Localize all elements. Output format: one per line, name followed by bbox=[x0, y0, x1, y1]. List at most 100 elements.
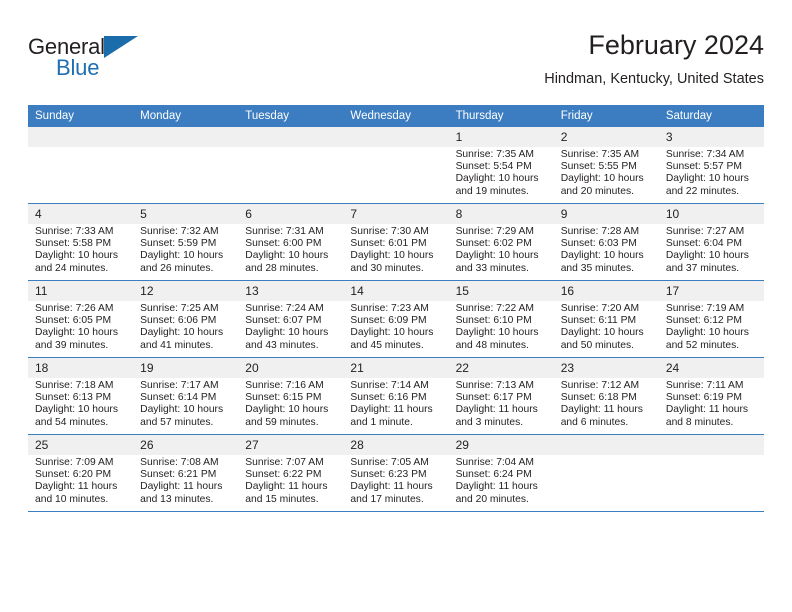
sunrise-time: Sunrise: 7:14 AM bbox=[350, 380, 429, 391]
day-sun-info: Sunrise: 7:30 AM Sunset: 6:01 PM Daylight:… bbox=[343, 224, 448, 275]
day-number: 26 bbox=[133, 435, 239, 455]
sunrise-time: Sunrise: 7:04 AM bbox=[455, 457, 534, 468]
calendar-day-cell[interactable]: 9 Sunrise: 7:28 AM Sunset: 6:03 PM Daylight… bbox=[553, 203, 659, 281]
daylight-duration-line1: Daylight: 10 hours bbox=[665, 250, 749, 262]
day-number: 9 bbox=[553, 204, 659, 224]
day-number: 8 bbox=[448, 204, 554, 224]
sunrise-time: Sunrise: 7:07 AM bbox=[245, 457, 324, 468]
day-number: 14 bbox=[343, 281, 449, 301]
daylight-duration-line1: Daylight: 10 hours bbox=[35, 250, 118, 262]
calendar-week-row: 11 Sunrise: 7:26 AM Sunset: 6:05 PM Dayligh… bbox=[28, 280, 764, 358]
calendar-day-cell[interactable]: 25 Sunrise: 7:09 AM Sunset: 6:20 PM Dayligh… bbox=[28, 434, 134, 512]
calendar-day-cell[interactable]: 16 Sunrise: 7:20 AM Sunset: 6:11 PM Dayligh… bbox=[553, 280, 659, 358]
sunset-time: Sunset: 6:19 PM bbox=[665, 392, 742, 404]
daylight-duration-line1: Daylight: 10 hours bbox=[140, 327, 224, 339]
calendar-day-cell[interactable]: 4 Sunrise: 7:33 AM Sunset: 5:58 PM Daylight… bbox=[28, 203, 134, 281]
daylight-duration-line1: Daylight: 10 hours bbox=[665, 173, 749, 185]
day-sun-info: Sunrise: 7:34 AM Sunset: 5:57 PM Daylight:… bbox=[659, 147, 764, 198]
calendar-day-cell[interactable]: 3 Sunrise: 7:34 AM Sunset: 5:57 PM Daylight… bbox=[658, 127, 764, 204]
sunset-time: Sunset: 6:01 PM bbox=[350, 238, 427, 250]
calendar-empty-cell bbox=[28, 127, 134, 204]
sunrise-time: Sunrise: 7:29 AM bbox=[455, 226, 534, 237]
day-sun-info: Sunrise: 7:14 AM Sunset: 6:16 PM Daylight:… bbox=[343, 378, 448, 429]
day-number: 23 bbox=[553, 358, 659, 378]
daylight-duration-line2: and 22 minutes. bbox=[665, 185, 740, 197]
daylight-duration-line2: and 39 minutes. bbox=[35, 339, 109, 351]
calendar-day-cell[interactable]: 19 Sunrise: 7:17 AM Sunset: 6:14 PM Dayligh… bbox=[133, 357, 239, 435]
day-number: 3 bbox=[658, 127, 764, 147]
calendar-day-cell[interactable]: 22 Sunrise: 7:13 AM Sunset: 6:17 PM Dayligh… bbox=[448, 357, 554, 435]
calendar-day-cell[interactable]: 26 Sunrise: 7:08 AM Sunset: 6:21 PM Dayligh… bbox=[133, 434, 239, 512]
calendar-day-cell[interactable]: 13 Sunrise: 7:24 AM Sunset: 6:07 PM Dayligh… bbox=[238, 280, 344, 358]
day-number: 20 bbox=[238, 358, 344, 378]
calendar-day-cell[interactable]: 8 Sunrise: 7:29 AM Sunset: 6:02 PM Daylight… bbox=[448, 203, 554, 281]
calendar-day-cell[interactable]: 27 Sunrise: 7:07 AM Sunset: 6:22 PM Dayligh… bbox=[238, 434, 344, 512]
daylight-duration-line2: and 57 minutes. bbox=[140, 416, 214, 428]
weekday-header-wednesday: Wednesday bbox=[343, 105, 449, 127]
calendar-day-cell[interactable]: 24 Sunrise: 7:11 AM Sunset: 6:19 PM Dayligh… bbox=[658, 357, 764, 435]
day-sun-info: Sunrise: 7:05 AM Sunset: 6:23 PM Daylight:… bbox=[343, 455, 448, 506]
sunrise-time: Sunrise: 7:26 AM bbox=[35, 303, 114, 314]
weekday-header-tuesday: Tuesday bbox=[238, 105, 344, 127]
calendar-day-cell[interactable]: 18 Sunrise: 7:18 AM Sunset: 6:13 PM Dayligh… bbox=[28, 357, 134, 435]
calendar-day-cell[interactable]: 29 Sunrise: 7:04 AM Sunset: 6:24 PM Dayligh… bbox=[448, 434, 554, 512]
sunset-time: Sunset: 6:06 PM bbox=[140, 315, 217, 327]
calendar-day-cell[interactable]: 1 Sunrise: 7:35 AM Sunset: 5:54 PM Daylight… bbox=[448, 127, 554, 204]
sunrise-time: Sunrise: 7:35 AM bbox=[560, 149, 640, 160]
daylight-duration-line1: Daylight: 11 hours bbox=[665, 404, 749, 416]
daylight-duration-line2: and 6 minutes. bbox=[560, 416, 629, 428]
day-sun-info: Sunrise: 7:19 AM Sunset: 6:12 PM Daylight:… bbox=[659, 301, 764, 352]
daylight-duration-line2: and 13 minutes. bbox=[140, 493, 214, 505]
day-number: 24 bbox=[658, 358, 764, 378]
sunrise-time: Sunrise: 7:33 AM bbox=[35, 226, 114, 237]
sunset-time: Sunset: 6:21 PM bbox=[140, 469, 217, 481]
daylight-duration-line1: Daylight: 10 hours bbox=[455, 327, 539, 339]
daylight-duration-line1: Daylight: 11 hours bbox=[140, 481, 223, 493]
sunrise-time: Sunrise: 7:34 AM bbox=[665, 149, 745, 160]
daylight-duration-line2: and 19 minutes. bbox=[455, 185, 529, 197]
daylight-duration-line1: Daylight: 10 hours bbox=[140, 250, 224, 262]
sunrise-time: Sunrise: 7:30 AM bbox=[350, 226, 429, 237]
day-number: 7 bbox=[343, 204, 449, 224]
day-number: 15 bbox=[448, 281, 554, 301]
calendar-day-cell[interactable]: 11 Sunrise: 7:26 AM Sunset: 6:05 PM Dayligh… bbox=[28, 280, 134, 358]
daylight-duration-line2: and 35 minutes. bbox=[560, 262, 634, 274]
sunrise-time: Sunrise: 7:32 AM bbox=[140, 226, 219, 237]
calendar-day-cell[interactable]: 23 Sunrise: 7:12 AM Sunset: 6:18 PM Dayligh… bbox=[553, 357, 659, 435]
calendar-day-cell[interactable]: 7 Sunrise: 7:30 AM Sunset: 6:01 PM Daylight… bbox=[343, 203, 449, 281]
calendar-day-cell[interactable]: 10 Sunrise: 7:27 AM Sunset: 6:04 PM Dayligh… bbox=[658, 203, 764, 281]
daylight-duration-line2: and 59 minutes. bbox=[245, 416, 319, 428]
sunset-time: Sunset: 5:58 PM bbox=[35, 238, 112, 250]
general-blue-logo: General Blue bbox=[28, 34, 228, 90]
page-title: February 2024 bbox=[588, 30, 764, 60]
sunset-time: Sunset: 6:11 PM bbox=[560, 315, 637, 327]
logo-word-blue: Blue bbox=[56, 55, 100, 80]
daylight-duration-line2: and 26 minutes. bbox=[140, 262, 214, 274]
calendar-day-cell[interactable]: 2 Sunrise: 7:35 AM Sunset: 5:55 PM Daylight… bbox=[553, 127, 659, 204]
daylight-duration-line2: and 15 minutes. bbox=[245, 493, 319, 505]
sunrise-time: Sunrise: 7:22 AM bbox=[455, 303, 534, 314]
daylight-duration-line1: Daylight: 10 hours bbox=[560, 173, 644, 185]
calendar-day-cell[interactable]: 12 Sunrise: 7:25 AM Sunset: 6:06 PM Dayligh… bbox=[133, 280, 239, 358]
daylight-duration-line2: and 8 minutes. bbox=[665, 416, 734, 428]
calendar-day-cell[interactable]: 28 Sunrise: 7:05 AM Sunset: 6:23 PM Dayligh… bbox=[343, 434, 449, 512]
daylight-duration-line1: Daylight: 10 hours bbox=[35, 404, 118, 416]
day-number: 12 bbox=[133, 281, 239, 301]
daylight-duration-line2: and 1 minute. bbox=[350, 416, 413, 428]
sunrise-time: Sunrise: 7:31 AM bbox=[245, 226, 324, 237]
calendar-day-cell[interactable]: 20 Sunrise: 7:16 AM Sunset: 6:15 PM Dayligh… bbox=[238, 357, 344, 435]
calendar-day-cell[interactable]: 5 Sunrise: 7:32 AM Sunset: 5:59 PM Daylight… bbox=[133, 203, 239, 281]
calendar-day-cell[interactable]: 6 Sunrise: 7:31 AM Sunset: 6:00 PM Daylight… bbox=[238, 203, 344, 281]
day-number: 21 bbox=[343, 358, 449, 378]
calendar-day-cell[interactable]: 17 Sunrise: 7:19 AM Sunset: 6:12 PM Dayligh… bbox=[658, 280, 764, 358]
sunset-time: Sunset: 6:09 PM bbox=[350, 315, 427, 327]
calendar-day-cell[interactable]: 15 Sunrise: 7:22 AM Sunset: 6:10 PM Dayligh… bbox=[448, 280, 554, 358]
daylight-duration-line2: and 24 minutes. bbox=[35, 262, 109, 274]
calendar-day-cell[interactable]: 21 Sunrise: 7:14 AM Sunset: 6:16 PM Dayligh… bbox=[343, 357, 449, 435]
daylight-duration-line1: Daylight: 11 hours bbox=[560, 404, 643, 416]
sunrise-time: Sunrise: 7:23 AM bbox=[350, 303, 429, 314]
daylight-duration-line1: Daylight: 10 hours bbox=[350, 250, 434, 262]
day-sun-info: Sunrise: 7:25 AM Sunset: 6:06 PM Daylight:… bbox=[133, 301, 238, 352]
calendar-day-cell[interactable]: 14 Sunrise: 7:23 AM Sunset: 6:09 PM Dayligh… bbox=[343, 280, 449, 358]
day-number: 25 bbox=[28, 435, 134, 455]
